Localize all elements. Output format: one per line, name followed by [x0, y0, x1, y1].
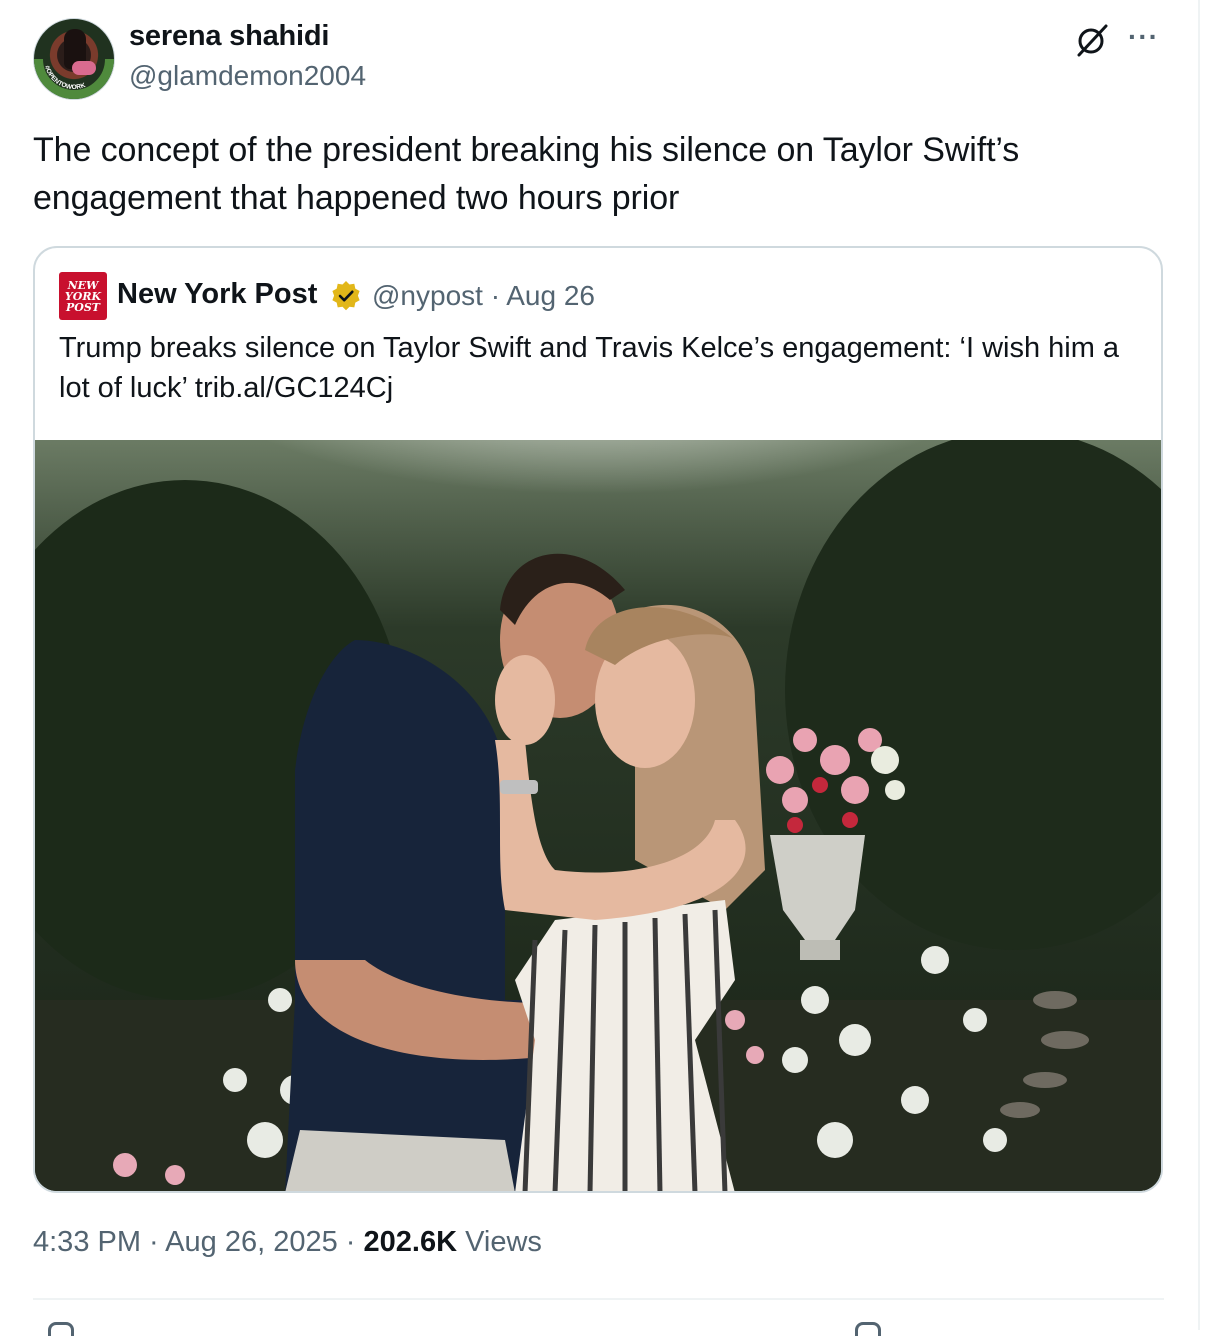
grok-icon[interactable] — [1074, 22, 1110, 58]
author-display-name[interactable]: serena shahidi — [129, 20, 329, 53]
separator-dot: · — [337, 1226, 364, 1258]
engagement-photo[interactable] — [35, 440, 1163, 1193]
reply-icon[interactable] — [48, 1322, 74, 1336]
separator-dot: · — [141, 1226, 166, 1258]
tweet-time[interactable]: 4:33 PM — [33, 1226, 141, 1258]
timeline-border — [1198, 0, 1200, 1330]
more-icon[interactable]: ··· — [1128, 22, 1159, 52]
verified-badge-icon — [332, 281, 360, 311]
new-york-post-logo: NEW YORK POST — [59, 272, 107, 320]
quoted-tweet-text: Trump breaks silence on Taylor Swift and… — [59, 332, 1120, 404]
bookmark-icon[interactable] — [855, 1322, 881, 1336]
author-handle[interactable]: @glamdemon2004 — [129, 60, 366, 92]
quoted-tweet-card[interactable]: NEW YORK POST New York Post @nypost · Au… — [33, 246, 1163, 1193]
tweet-date[interactable]: Aug 26, 2025 — [165, 1226, 338, 1258]
views-count: 202.6K — [363, 1226, 458, 1258]
tweet: #OPENTOWORK serena shahidi @glamdemon200… — [0, 0, 1198, 1336]
tweet-timestamp: 4:33 PM · Aug 26, 2025 · 202.6K Views — [33, 1226, 542, 1259]
author-avatar[interactable]: #OPENTOWORK — [33, 18, 115, 100]
divider — [33, 1298, 1164, 1300]
quoted-handle-date: @nypost · Aug 26 — [372, 280, 596, 311]
open-to-work-ring: #OPENTOWORK — [34, 58, 114, 99]
views-label: Views — [457, 1226, 542, 1258]
tweet-text: The concept of the president breaking hi… — [33, 131, 1020, 217]
quoted-author-name: New York Post — [117, 278, 318, 310]
